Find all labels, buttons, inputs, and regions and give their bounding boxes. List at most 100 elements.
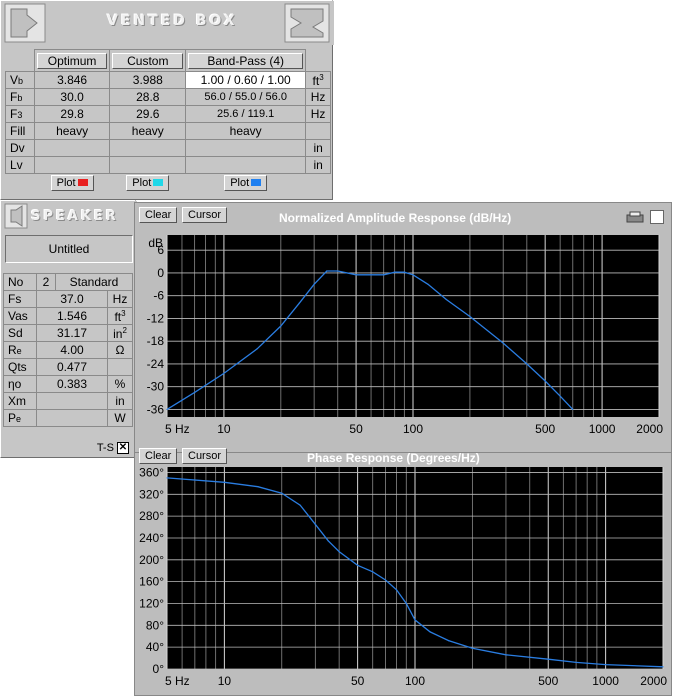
- eta-value[interactable]: 0.383: [36, 375, 108, 393]
- plot-optimum-button[interactable]: Plot: [50, 174, 94, 191]
- pe-value[interactable]: [36, 409, 108, 427]
- fill-row: Fill heavy heavy heavy: [5, 122, 331, 140]
- xm-label: Xm: [3, 392, 37, 410]
- phase-data-point: [471, 647, 473, 649]
- amplitude-data-point: [194, 391, 196, 393]
- phase-cursor-button[interactable]: Cursor: [182, 448, 228, 464]
- phase-data-point: [395, 589, 398, 591]
- amplitude-data-point: [280, 325, 282, 327]
- f3-row: F3 29.8 29.6 25.6 / 119.1 Hz: [5, 105, 331, 123]
- speaker-panel: SPEAKER Untitled No 2 Standard Fs 37.0 H…: [0, 200, 137, 458]
- vb-optimum[interactable]: 3.846: [33, 71, 111, 89]
- no-label: No: [3, 273, 37, 291]
- xm-unit: in: [107, 392, 133, 410]
- f3-label: F3: [5, 105, 35, 123]
- pe-unit: W: [107, 409, 133, 427]
- dv-bandpass[interactable]: [185, 139, 307, 157]
- sd-label: Sd: [3, 324, 37, 342]
- fill-unit: [305, 122, 331, 140]
- amplitude-x-tick-label: 5 Hz: [165, 422, 190, 436]
- plot-bandpass-label: Plot: [230, 176, 250, 189]
- no-value[interactable]: 2: [36, 273, 56, 291]
- speaker-type-select[interactable]: Standard: [55, 273, 133, 291]
- phase-data-point: [414, 619, 416, 621]
- amplitude-x-tick-label: 10: [217, 422, 231, 436]
- custom-button[interactable]: Custom: [112, 52, 184, 69]
- speaker-name-field[interactable]: Untitled: [5, 235, 133, 263]
- f3-optimum[interactable]: 29.8: [33, 105, 111, 123]
- amplitude-x-tick-label: 100: [403, 422, 423, 436]
- fill-label: Fill: [5, 122, 35, 140]
- fs-label: Fs: [3, 290, 37, 308]
- ts-toggle[interactable]: T-S ✕: [97, 441, 129, 455]
- sd-value[interactable]: 31.17: [36, 324, 108, 342]
- phase-data-point: [605, 664, 607, 666]
- phase-y-tick-label: 80°: [146, 618, 164, 632]
- amplitude-data-point: [298, 302, 300, 304]
- amplitude-y-tick-label: -24: [147, 357, 165, 371]
- plot-optimum-swatch: [77, 179, 88, 187]
- dv-unit: in: [305, 139, 331, 157]
- fb-optimum[interactable]: 30.0: [33, 88, 111, 106]
- phase-y-tick-label: 240°: [139, 531, 164, 545]
- lv-unit: in: [305, 156, 331, 174]
- vas-value[interactable]: 1.546: [36, 307, 108, 325]
- amplitude-window-box[interactable]: [650, 210, 664, 224]
- phase-y-tick-label: 200°: [139, 553, 164, 567]
- fill-optimum[interactable]: heavy: [33, 122, 111, 140]
- vented-box-title: VENTED BOX: [107, 13, 238, 29]
- vb-bandpass[interactable]: 1.00 / 0.60 / 1.00: [185, 71, 307, 89]
- lv-custom[interactable]: [109, 156, 187, 174]
- amplitude-data-point: [223, 372, 225, 374]
- dv-row: Dv in: [5, 139, 331, 157]
- qts-value[interactable]: 0.477: [36, 358, 108, 376]
- amplitude-data-point: [166, 408, 168, 411]
- speaker-icon: [4, 203, 28, 229]
- ts-checkbox[interactable]: ✕: [117, 442, 129, 455]
- qts-label: Qts: [3, 358, 37, 376]
- fs-value[interactable]: 37.0: [36, 290, 108, 308]
- f3-bandpass[interactable]: 25.6 / 119.1: [185, 105, 307, 123]
- vb-custom[interactable]: 3.988: [109, 71, 187, 89]
- xm-value[interactable]: [36, 392, 108, 410]
- lv-label: Lv: [5, 156, 35, 174]
- plot-optimum-label: Plot: [56, 176, 76, 189]
- qts-row: Qts 0.477: [3, 358, 133, 376]
- lv-row: Lv in: [5, 156, 331, 174]
- qts-unit: [107, 358, 133, 376]
- dv-custom[interactable]: [109, 139, 187, 157]
- plot-custom-button[interactable]: Plot: [126, 174, 170, 191]
- plot-bandpass-button[interactable]: Plot: [224, 174, 268, 191]
- band-pass-button[interactable]: Band-Pass (4): [188, 52, 304, 69]
- lv-optimum[interactable]: [33, 156, 111, 174]
- lv-bandpass[interactable]: [185, 156, 307, 174]
- amplitude-data-point: [326, 270, 328, 272]
- phase-clear-button[interactable]: Clear: [139, 448, 178, 464]
- phase-data-point: [505, 654, 507, 656]
- fb-bandpass[interactable]: 56.0 / 55.0 / 56.0: [185, 88, 307, 106]
- ts-label: T-S: [96, 442, 114, 454]
- speaker-no-row: No 2 Standard: [3, 273, 133, 291]
- amplitude-window: Clear Cursor Normalized Amplitude Respon…: [134, 202, 672, 456]
- amplitude-clear-button[interactable]: Clear: [139, 207, 178, 223]
- vas-unit: ft3: [107, 307, 133, 325]
- fb-custom[interactable]: 28.8: [109, 88, 187, 106]
- vb-label: Vb: [5, 71, 35, 89]
- eta-row: ηo 0.383 %: [3, 375, 133, 393]
- f3-custom[interactable]: 29.6: [109, 105, 187, 123]
- dv-optimum[interactable]: [33, 139, 111, 157]
- amplitude-y-tick-label: -36: [147, 402, 165, 416]
- fill-custom[interactable]: heavy: [109, 122, 187, 140]
- phase-data-point: [166, 477, 168, 479]
- speaker-title: SPEAKER: [31, 209, 119, 224]
- optimum-button[interactable]: Optimum: [36, 52, 108, 69]
- amplitude-cursor-button[interactable]: Cursor: [182, 207, 228, 223]
- printer-icon[interactable]: [625, 211, 645, 223]
- amplitude-data-point: [502, 342, 504, 344]
- amplitude-x-tick-label: 500: [535, 422, 555, 436]
- vented-box-table: Optimum Custom Band-Pass (4) Vb 3.846 3.…: [5, 49, 331, 192]
- re-value[interactable]: 4.00: [36, 341, 108, 359]
- amplitude-data-point: [383, 274, 385, 276]
- fill-bandpass[interactable]: heavy: [185, 122, 307, 140]
- amplitude-data-point: [559, 395, 561, 397]
